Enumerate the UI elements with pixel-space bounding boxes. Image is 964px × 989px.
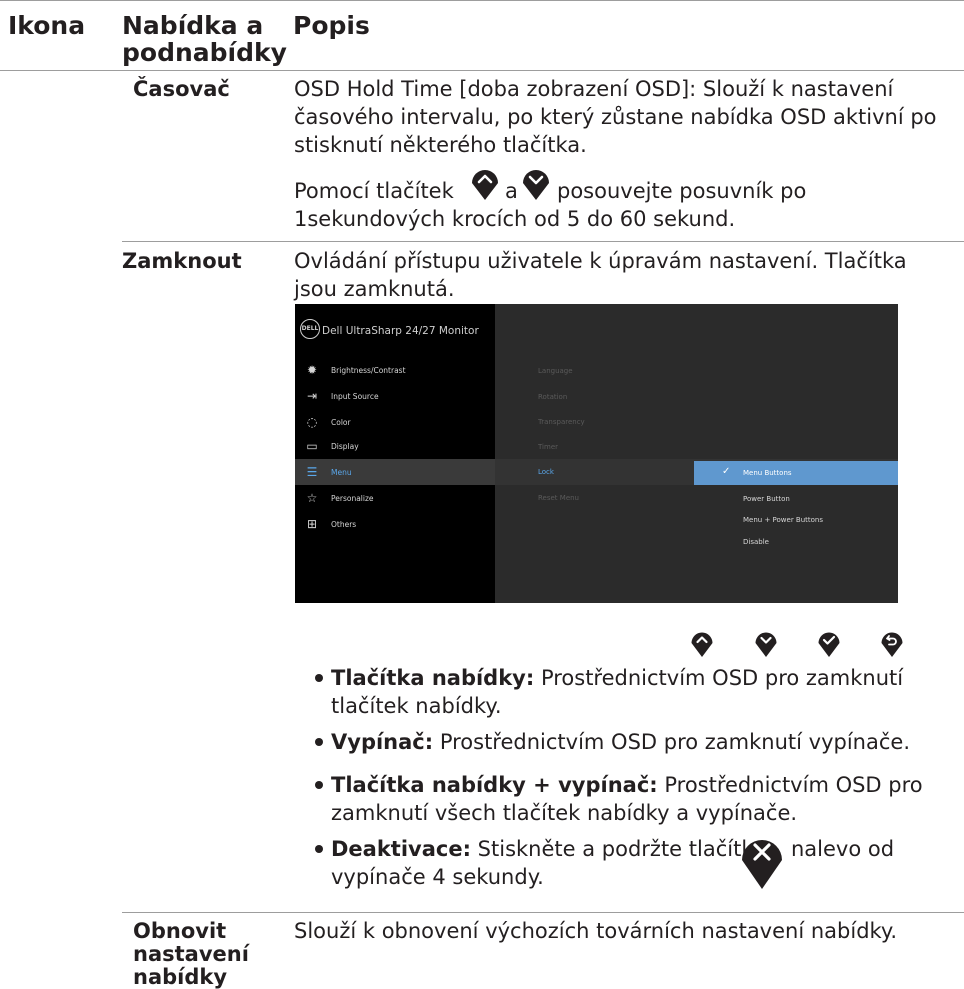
bullet-dot xyxy=(315,781,323,789)
bullet-dot xyxy=(315,674,323,682)
osd-menu-item-personalize: ☆ Personalize xyxy=(295,485,495,511)
osd-lock-option-label: Menu Buttons xyxy=(743,469,792,477)
palette-icon: ◌ xyxy=(306,415,318,429)
bullet-text: Prostřednictvím OSD pro zamknutí xyxy=(534,666,904,690)
osd-menu-item-input-source: ⇥ Input Source xyxy=(295,383,495,409)
lock-name: Zamknout xyxy=(122,249,242,273)
osd-menu-label: Menu xyxy=(331,468,352,477)
bullet-text: Prostřednictvím OSD pro xyxy=(657,773,923,797)
monitor-icon: ▭ xyxy=(306,439,318,453)
osd-menu-label: Others xyxy=(331,520,357,529)
col-header-menu-line2: podnabídky xyxy=(122,38,287,67)
input-icon: ⇥ xyxy=(306,389,318,403)
col-header-icon: Ikona xyxy=(8,11,86,40)
osd-screenshot: DELL Dell UltraSharp 24/27 Monitor ✹ Bri… xyxy=(295,304,898,603)
check-button-icon xyxy=(818,632,840,657)
osd-lock-option-selected: ✓ Menu Buttons xyxy=(694,461,898,485)
down-button-icon xyxy=(523,170,549,200)
reset-name-line2: nastavení xyxy=(133,942,249,966)
timer-buttons-text-before: Pomocí tlačítek xyxy=(294,179,454,203)
bullet-disable-line1: Deaktivace: Stiskněte a podržte tlačítko xyxy=(331,835,766,863)
up-button-icon xyxy=(691,632,713,657)
timer-buttons-line2: 1sekundových krocích od 5 do 60 sekund. xyxy=(294,207,736,231)
timer-name: Časovač xyxy=(133,77,230,101)
osd-menu-label: Color xyxy=(331,418,351,427)
osd-submenu-language: Language xyxy=(538,367,573,375)
bullet-term: Tlačítka nabídky: xyxy=(331,666,535,690)
osd-menu-label: Personalize xyxy=(331,494,374,503)
bullet-power-button: Vypínač: Prostřednictvím OSD pro zamknut… xyxy=(331,728,910,756)
osd-lock-option-power: Power Button xyxy=(743,495,790,503)
osd-main-menu-panel: DELL Dell UltraSharp 24/27 Monitor ✹ Bri… xyxy=(295,304,495,603)
osd-menu-label: Brightness/Contrast xyxy=(331,366,406,375)
others-icon: ⊞ xyxy=(306,517,318,531)
header-rule xyxy=(0,70,964,71)
osd-lock-option-disable: Disable xyxy=(743,538,769,546)
bullet-dot xyxy=(315,845,323,853)
up-button-icon xyxy=(472,170,498,200)
sun-icon: ✹ xyxy=(306,363,318,377)
timer-desc-line3: stisknutí některého tlačítka. xyxy=(294,133,587,157)
bullet-term: Vypínač: xyxy=(331,730,434,754)
osd-submenu-transparency: Transparency xyxy=(538,418,585,426)
dell-logo: DELL xyxy=(300,319,320,339)
osd-menu-item-display: ▭ Display xyxy=(295,433,495,459)
bullet-term: Tlačítka nabídky + vypínač: xyxy=(331,773,658,797)
check-icon: ✓ xyxy=(722,466,731,477)
timer-buttons-and: a xyxy=(505,179,518,203)
timer-row-rule xyxy=(122,241,964,242)
osd-menu-item-others: ⊞ Others xyxy=(295,511,495,537)
back-button-icon xyxy=(881,632,903,657)
close-button-icon xyxy=(742,840,782,889)
reset-name-line1: Obnovit xyxy=(133,919,227,943)
col-header-menu-line1: Nabídka a xyxy=(122,11,264,40)
reset-name-line3: nabídky xyxy=(133,965,228,989)
bullet-disable-line2: vypínače 4 sekundy. xyxy=(331,865,544,889)
bullet-dot xyxy=(315,738,323,746)
star-icon: ☆ xyxy=(306,491,318,505)
bullet-text: Stiskněte a podržte tlačítko xyxy=(471,837,766,861)
menu-icon: ☰ xyxy=(306,465,318,479)
bullet-menu-power-line2: zamknutí všech tlačítek nabídky a vypína… xyxy=(331,801,798,825)
bullet-menu-power-line1: Tlačítka nabídky + vypínač: Prostřednict… xyxy=(331,771,923,799)
osd-menu-label: Display xyxy=(331,442,359,451)
osd-submenu-lock: Lock xyxy=(538,468,554,476)
timer-buttons-text-after: posouvejte posuvník po xyxy=(557,179,807,203)
osd-lock-option-menu-power: Menu + Power Buttons xyxy=(743,516,824,524)
bullet-menu-buttons-line1: Tlačítka nabídky: Prostřednictvím OSD pr… xyxy=(331,664,903,692)
lock-desc-line1: Ovládání přístupu uživatele k úpravám na… xyxy=(294,249,907,273)
bullet-disable-after: nalevo od xyxy=(791,837,895,861)
osd-title: Dell UltraSharp 24/27 Monitor xyxy=(322,325,479,337)
osd-menu-label: Input Source xyxy=(331,392,379,401)
osd-submenu-reset-menu: Reset Menu xyxy=(538,494,579,502)
timer-desc-line1: OSD Hold Time [doba zobrazení OSD]: Slou… xyxy=(294,77,894,101)
bullet-term: Deaktivace: xyxy=(331,837,471,861)
lock-desc-line2: jsou zamknutá. xyxy=(294,277,455,301)
osd-submenu-rotation: Rotation xyxy=(538,393,568,401)
col-header-desc: Popis xyxy=(293,11,370,40)
bullet-text: Prostřednictvím OSD pro zamknutí vypínač… xyxy=(433,730,910,754)
lock-row-rule xyxy=(122,912,964,913)
osd-menu-item-brightness: ✹ Brightness/Contrast xyxy=(295,357,495,383)
reset-desc: Slouží k obnovení výchozích továrních na… xyxy=(294,919,898,943)
top-rule xyxy=(0,0,964,1)
osd-menu-item-menu: ☰ Menu xyxy=(295,459,495,485)
down-button-icon xyxy=(755,632,777,657)
osd-menu-item-color: ◌ Color xyxy=(295,409,495,435)
timer-desc-line2: časového intervalu, po který zůstane nab… xyxy=(294,105,937,129)
osd-submenu-timer: Timer xyxy=(538,443,559,451)
bullet-menu-buttons-line2: tlačítek nabídky. xyxy=(331,694,502,718)
